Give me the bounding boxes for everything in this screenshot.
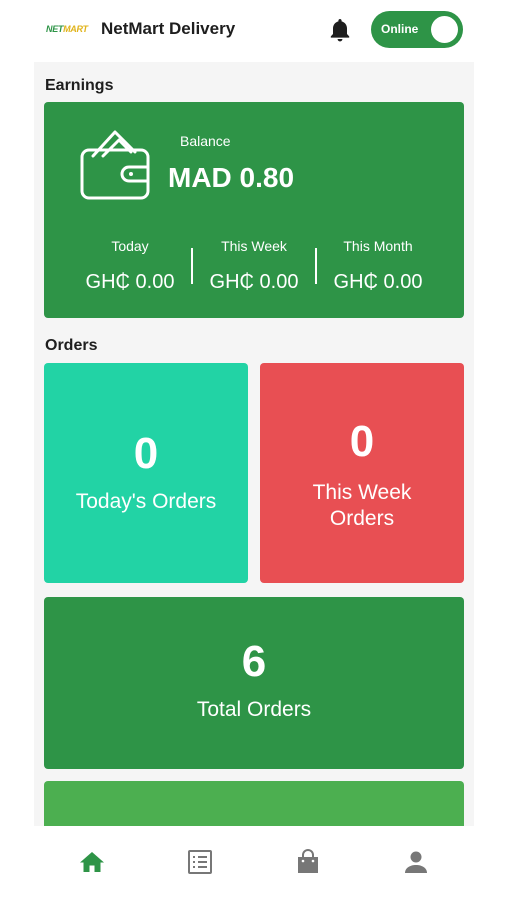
balance-value: MAD 0.80 <box>168 162 295 193</box>
toggle-label: Online <box>381 22 419 36</box>
balance-label: Balance <box>180 133 231 149</box>
this-week-orders-label-line1: This Week <box>312 481 412 504</box>
total-orders-count: 6 <box>241 637 267 686</box>
this-week-orders-label-line2: Orders <box>329 507 395 530</box>
person-icon[interactable] <box>402 848 430 876</box>
todays-orders-label: Today's Orders <box>75 490 217 513</box>
period-label: This Month <box>343 238 413 254</box>
netmart-logo: NETMART <box>46 22 88 36</box>
total-orders-card[interactable]: 6 Total Orders <box>44 597 464 769</box>
orders-section-title: Orders <box>45 337 98 354</box>
period-label: This Week <box>221 238 287 254</box>
app-title: NetMart Delivery <box>101 19 236 38</box>
shopping-bag-icon[interactable] <box>294 848 322 876</box>
period-today: Today GH₵ 0.00 <box>70 238 190 294</box>
earnings-section-title: Earnings <box>45 77 114 94</box>
period-label: Today <box>111 238 149 254</box>
period-value: GH₵ 0.00 <box>209 271 299 293</box>
period-value: GH₵ 0.00 <box>85 271 175 293</box>
bottom-navigation <box>34 826 474 900</box>
divider <box>191 248 193 284</box>
online-status-toggle[interactable]: Online <box>371 11 463 48</box>
list-icon[interactable] <box>186 848 214 876</box>
period-value: GH₵ 0.00 <box>333 271 423 293</box>
todays-orders-card[interactable]: 0 Today's Orders <box>44 363 248 583</box>
earnings-card: Balance MAD 0.80 Today GH₵ 0.00 This Wee… <box>44 102 464 318</box>
toggle-knob <box>431 16 458 43</box>
wallet-icon <box>79 126 155 202</box>
total-orders-label: Total Orders <box>196 698 312 721</box>
logo-text-a: NET <box>46 24 64 34</box>
home-icon[interactable] <box>78 848 106 876</box>
period-this-week: This Week GH₵ 0.00 <box>194 238 314 294</box>
period-this-month: This Month GH₵ 0.00 <box>318 238 438 294</box>
bell-icon[interactable] <box>329 17 351 43</box>
app-header: NETMART NetMart Delivery Online <box>34 0 474 62</box>
divider <box>315 248 317 284</box>
this-week-orders-count: 0 <box>349 417 375 466</box>
todays-orders-count: 0 <box>133 429 159 478</box>
this-week-orders-card[interactable]: 0 This Week Orders <box>260 363 464 583</box>
logo-text-b: MART <box>63 24 88 34</box>
app-screen: NETMART NetMart Delivery Online Earnings <box>34 0 474 900</box>
